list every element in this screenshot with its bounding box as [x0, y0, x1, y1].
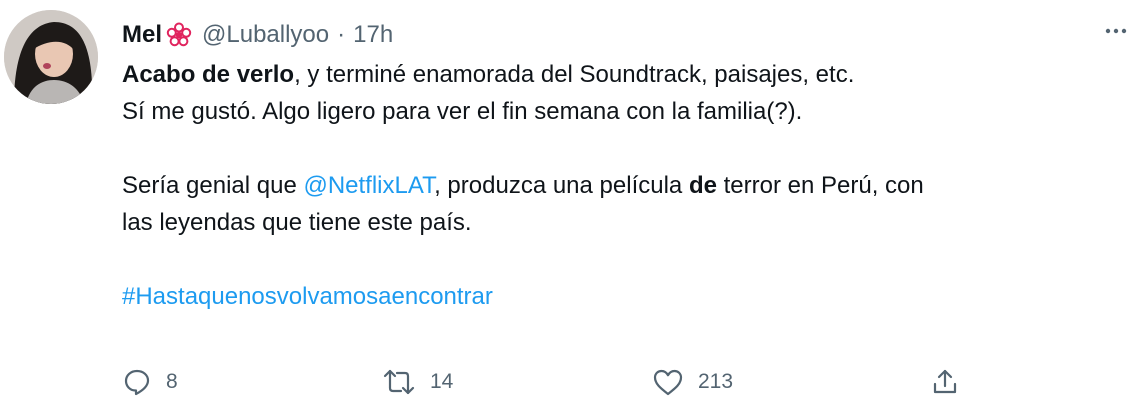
tweet-line: Acabo de verlo, y terminé enamorada del … [122, 56, 1122, 93]
like-button[interactable]: 213 [652, 360, 733, 404]
reply-icon [124, 369, 150, 396]
tweet-line: #Hastaquenosvolvamosaencontrar [122, 278, 1122, 315]
author-name[interactable]: Mel [122, 21, 162, 49]
author-handle[interactable]: @Luballyoo [202, 21, 329, 49]
tweet: Mel @Luballyoo · 17h Acabo de verlo, y t… [0, 0, 1143, 418]
bold-text: Acabo de verlo [122, 61, 295, 88]
text-segment: , y terminé enamorada del Soundtrack, pa… [294, 61, 855, 88]
share-icon [933, 369, 957, 394]
like-count: 213 [698, 370, 734, 393]
tweet-time[interactable]: 17h [353, 21, 393, 49]
avatar-image [4, 10, 98, 104]
retweet-button[interactable]: 14 [382, 360, 453, 404]
share-button[interactable] [930, 360, 960, 404]
avatar[interactable] [4, 10, 98, 104]
more-icon[interactable] [1103, 18, 1129, 44]
mention-link[interactable]: @NetflixLAT [303, 172, 434, 199]
flower-badge-icon [166, 22, 192, 47]
tweet-line: Sí me gustó. Algo ligero para ver el fin… [122, 98, 803, 125]
reply-button[interactable]: 8 [122, 360, 178, 404]
text-segment: terror en Perú, con [716, 172, 924, 199]
hashtag-link[interactable]: #Hastaquenosvolvamosaencontrar [122, 283, 493, 310]
like-icon [653, 369, 683, 396]
reply-count: 8 [166, 370, 178, 393]
bold-text: de [688, 172, 717, 199]
tweet-line: las leyendas que tiene este país. [122, 209, 472, 236]
retweet-count: 14 [430, 370, 454, 393]
separator-dot: · [337, 21, 346, 48]
tweet-line: Sería genial que @NetflixLAT, produzca u… [122, 167, 1122, 204]
tweet-header: Mel @Luballyoo · 17h [122, 18, 393, 52]
text-segment: , produzca una película [434, 172, 689, 199]
text-segment: Sería genial que [122, 172, 304, 199]
tweet-text: Acabo de verlo, y terminé enamorada del … [122, 56, 1122, 315]
action-bar: 8 14 213 [122, 360, 1122, 404]
retweet-icon [383, 369, 415, 395]
